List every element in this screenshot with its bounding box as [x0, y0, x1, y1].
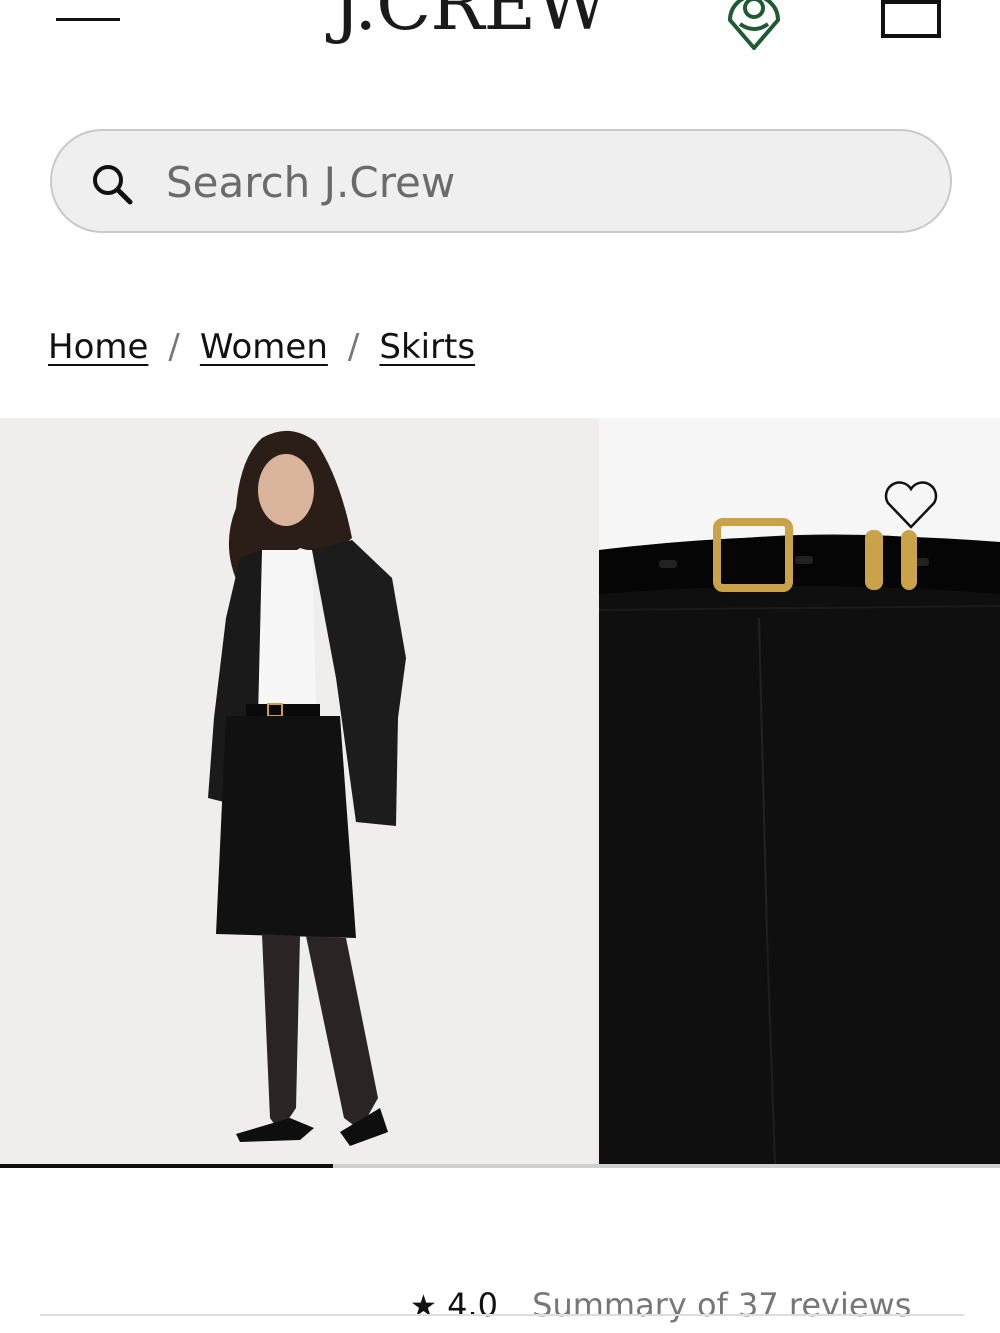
search-icon: [93, 165, 133, 205]
gallery-progress-bar: [0, 1164, 1000, 1168]
store-locator-icon[interactable]: [722, 0, 798, 50]
search-input[interactable]: [164, 151, 908, 213]
gallery-progress-fill: [0, 1164, 333, 1168]
product-image-gallery[interactable]: [0, 418, 1000, 1164]
breadcrumb-home[interactable]: Home: [48, 327, 148, 367]
reviews-summary[interactable]: ★ 4.0 Summary of 37 reviews: [410, 1286, 911, 1326]
product-image-model[interactable]: [0, 418, 599, 1164]
site-header: J.CREW: [0, 0, 1000, 80]
breadcrumb-skirts[interactable]: Skirts: [379, 327, 475, 367]
heart-icon[interactable]: [882, 479, 940, 531]
hamburger-menu-icon[interactable]: [56, 0, 122, 24]
search-bar[interactable]: [50, 129, 952, 233]
breadcrumb: Home / Women / Skirts: [48, 322, 475, 372]
divider: [40, 1314, 964, 1316]
jcrew-logo[interactable]: J.CREW: [332, 0, 652, 46]
reviews-summary-text[interactable]: Summary of 37 reviews: [532, 1286, 911, 1324]
rating-value: 4.0: [447, 1286, 498, 1324]
shopping-bag-icon[interactable]: [878, 0, 944, 40]
star-icon: ★: [410, 1289, 437, 1324]
breadcrumb-separator: /: [347, 327, 360, 367]
breadcrumb-separator: /: [168, 327, 180, 367]
model-illustration: [208, 430, 406, 1146]
breadcrumb-women[interactable]: Women: [200, 327, 328, 367]
